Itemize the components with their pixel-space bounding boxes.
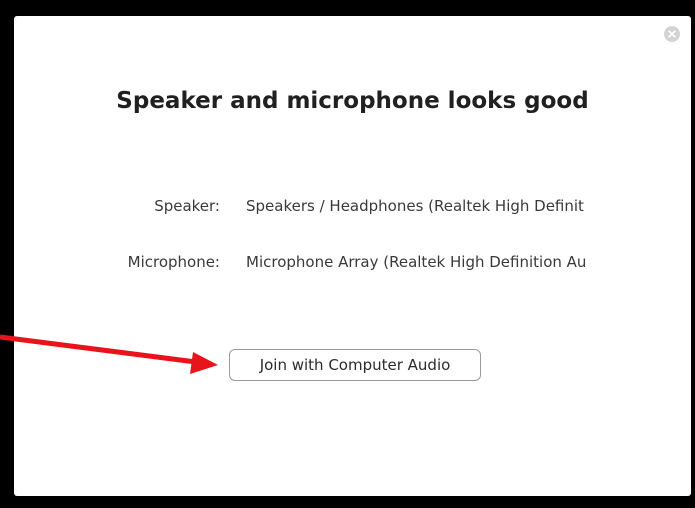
audio-test-dialog: Speaker and microphone looks good Speake…	[14, 16, 691, 496]
close-icon	[668, 30, 676, 38]
speaker-value: Speakers / Headphones (Realtek High Defi…	[246, 197, 584, 215]
speaker-label: Speaker:	[154, 197, 220, 215]
microphone-value: Microphone Array (Realtek High Definitio…	[246, 253, 587, 271]
dialog-title: Speaker and microphone looks good	[116, 88, 589, 114]
microphone-label: Microphone:	[127, 253, 220, 271]
close-button[interactable]	[664, 26, 680, 42]
join-with-computer-audio-button[interactable]: Join with Computer Audio	[229, 349, 481, 381]
screenshot-frame: Speaker and microphone looks good Speake…	[0, 0, 695, 508]
